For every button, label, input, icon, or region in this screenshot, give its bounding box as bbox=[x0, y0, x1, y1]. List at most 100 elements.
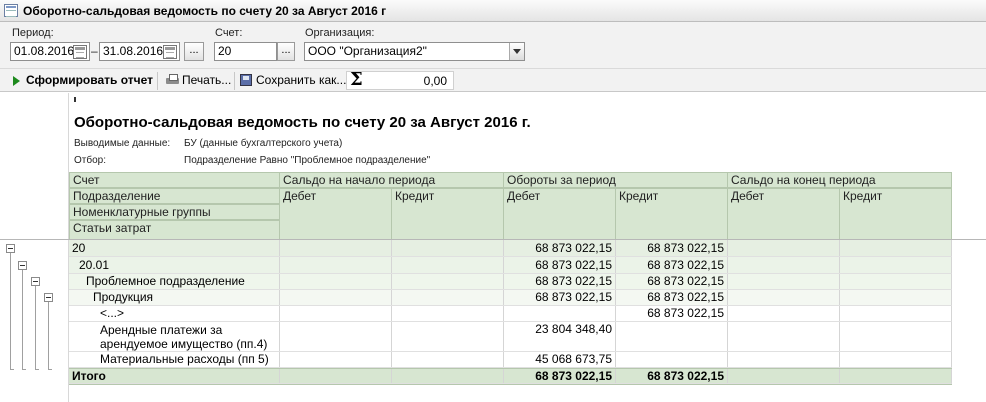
opening-debit-cell bbox=[279, 274, 392, 290]
table-row[interactable]: 20.01 68 873 022,15 68 873 022,15 bbox=[69, 257, 952, 274]
period-label: Период: bbox=[12, 27, 54, 39]
header-closing-balance: Сальдо на конец периода bbox=[727, 172, 952, 188]
table-row[interactable]: 20 68 873 022,15 68 873 022,15 bbox=[69, 240, 952, 257]
header-turnover: Обороты за период bbox=[503, 172, 728, 188]
turnover-debit-cell: 68 873 022,15 bbox=[503, 240, 616, 257]
period-select-button[interactable]: ... bbox=[184, 42, 204, 61]
date-from-value: 01.08.2016 bbox=[14, 44, 75, 58]
closing-debit-cell bbox=[727, 352, 840, 368]
date-to-field[interactable]: 31.08.2016 bbox=[99, 42, 180, 61]
row-label: 20.01 bbox=[69, 257, 280, 274]
tree-line bbox=[48, 300, 49, 369]
closing-credit-cell bbox=[839, 352, 952, 368]
account-label: Счет: bbox=[215, 27, 243, 39]
date-to-value: 31.08.2016 bbox=[103, 44, 164, 58]
header-opening-debit: Дебет bbox=[279, 188, 392, 240]
table-row[interactable]: Продукция 68 873 022,15 68 873 022,15 bbox=[69, 290, 952, 306]
total-label: Итого bbox=[69, 369, 280, 384]
closing-debit-cell bbox=[727, 306, 840, 322]
row-label-line: арендуемое имущество (пп.4) bbox=[100, 337, 268, 351]
header-closing-credit: Кредит bbox=[839, 188, 952, 240]
row-label-line: Арендные платежи за bbox=[100, 323, 223, 337]
closing-debit-cell bbox=[727, 240, 840, 257]
turnover-credit-cell: 68 873 022,15 bbox=[615, 274, 728, 290]
organization-value: ООО "Организация2" bbox=[308, 44, 427, 58]
row-label: Материальные расходы (пп 5) bbox=[69, 352, 280, 368]
collapse-icon[interactable] bbox=[18, 261, 27, 270]
date-from-field[interactable]: 01.08.2016 bbox=[10, 42, 90, 61]
closing-credit-cell bbox=[839, 369, 952, 384]
row-label: 20 bbox=[69, 240, 280, 257]
collapse-icon[interactable] bbox=[31, 277, 40, 286]
turnover-debit-cell: 45 068 673,75 bbox=[503, 352, 616, 368]
opening-credit-cell bbox=[391, 322, 504, 352]
collapse-icon[interactable] bbox=[6, 244, 15, 253]
report-window-icon bbox=[4, 4, 18, 17]
period-dash: – bbox=[91, 44, 98, 58]
closing-debit-cell bbox=[727, 274, 840, 290]
turnover-credit-cell bbox=[615, 352, 728, 368]
row-label: Арендные платежи за арендуемое имущество… bbox=[69, 322, 280, 352]
toolbar-separator bbox=[157, 72, 158, 90]
closing-debit-cell bbox=[727, 369, 840, 384]
opening-debit-cell bbox=[279, 290, 392, 306]
row-label: Проблемное подразделение bbox=[69, 274, 280, 290]
printer-icon bbox=[166, 74, 179, 86]
window-titlebar: Оборотно-сальдовая ведомость по счету 20… bbox=[0, 0, 986, 22]
dropdown-arrow-icon[interactable] bbox=[509, 43, 524, 60]
opening-credit-cell bbox=[391, 290, 504, 306]
total-row[interactable]: Итого 68 873 022,15 68 873 022,15 bbox=[69, 368, 952, 385]
header-nomenclature: Номенклатурные группы bbox=[69, 204, 280, 220]
opening-credit-cell bbox=[391, 369, 504, 384]
sum-field: Σ 0,00 bbox=[346, 69, 454, 90]
header-opening-credit: Кредит bbox=[391, 188, 504, 240]
opening-debit-cell bbox=[279, 369, 392, 384]
organization-select[interactable]: ООО "Организация2" bbox=[304, 42, 525, 61]
calendar-icon[interactable] bbox=[73, 45, 87, 59]
turnover-credit-cell bbox=[615, 322, 728, 352]
calendar-icon[interactable] bbox=[163, 45, 177, 59]
tree-line bbox=[35, 369, 39, 370]
opening-debit-cell bbox=[279, 322, 392, 352]
table-row[interactable]: Материальные расходы (пп 5) 45 068 673,7… bbox=[69, 352, 952, 368]
closing-credit-cell bbox=[839, 322, 952, 352]
organization-label: Организация: bbox=[305, 27, 375, 39]
turnover-debit-cell: 68 873 022,15 bbox=[503, 274, 616, 290]
header-turnover-credit: Кредит bbox=[615, 188, 728, 240]
filter-value: Подразделение Равно "Проблемное подразде… bbox=[184, 155, 431, 166]
header-cost-items: Статьи затрат bbox=[69, 220, 280, 240]
opening-credit-cell bbox=[391, 240, 504, 257]
closing-credit-cell bbox=[839, 290, 952, 306]
closing-debit-cell bbox=[727, 290, 840, 306]
account-select-button[interactable]: ... bbox=[277, 42, 295, 61]
turnover-credit-cell: 68 873 022,15 bbox=[615, 290, 728, 306]
header-account: Счет bbox=[69, 172, 280, 188]
turnover-credit-cell: 68 873 022,15 bbox=[615, 306, 728, 322]
account-field[interactable]: 20 bbox=[214, 42, 277, 61]
closing-credit-cell bbox=[839, 240, 952, 257]
opening-credit-cell bbox=[391, 306, 504, 322]
header-turnover-debit: Дебет bbox=[503, 188, 616, 240]
row-label: Продукция bbox=[69, 290, 280, 306]
turnover-debit-cell: 23 804 348,40 bbox=[503, 322, 616, 352]
opening-credit-cell bbox=[391, 257, 504, 274]
turnover-debit-cell bbox=[503, 306, 616, 322]
save-as-button[interactable]: Сохранить как... bbox=[256, 72, 346, 89]
window-title: Оборотно-сальдовая ведомость по счету 20… bbox=[23, 4, 387, 18]
collapse-icon[interactable] bbox=[44, 293, 53, 302]
table-row[interactable]: <...> 68 873 022,15 bbox=[69, 306, 952, 322]
table-row[interactable]: Проблемное подразделение 68 873 022,15 6… bbox=[69, 274, 952, 290]
table-row[interactable]: Арендные платежи за арендуемое имущество… bbox=[69, 322, 952, 352]
print-button[interactable]: Печать... bbox=[182, 72, 231, 89]
closing-debit-cell bbox=[727, 322, 840, 352]
opening-credit-cell bbox=[391, 274, 504, 290]
closing-credit-cell bbox=[839, 274, 952, 290]
closing-debit-cell bbox=[727, 257, 840, 274]
generate-report-button[interactable]: Сформировать отчет bbox=[26, 72, 153, 89]
turnover-credit-cell: 68 873 022,15 bbox=[615, 240, 728, 257]
report-marker bbox=[74, 97, 76, 102]
output-data-label: Выводимые данные: bbox=[74, 138, 171, 149]
opening-debit-cell bbox=[279, 352, 392, 368]
opening-debit-cell bbox=[279, 306, 392, 322]
tree-line bbox=[10, 369, 14, 370]
